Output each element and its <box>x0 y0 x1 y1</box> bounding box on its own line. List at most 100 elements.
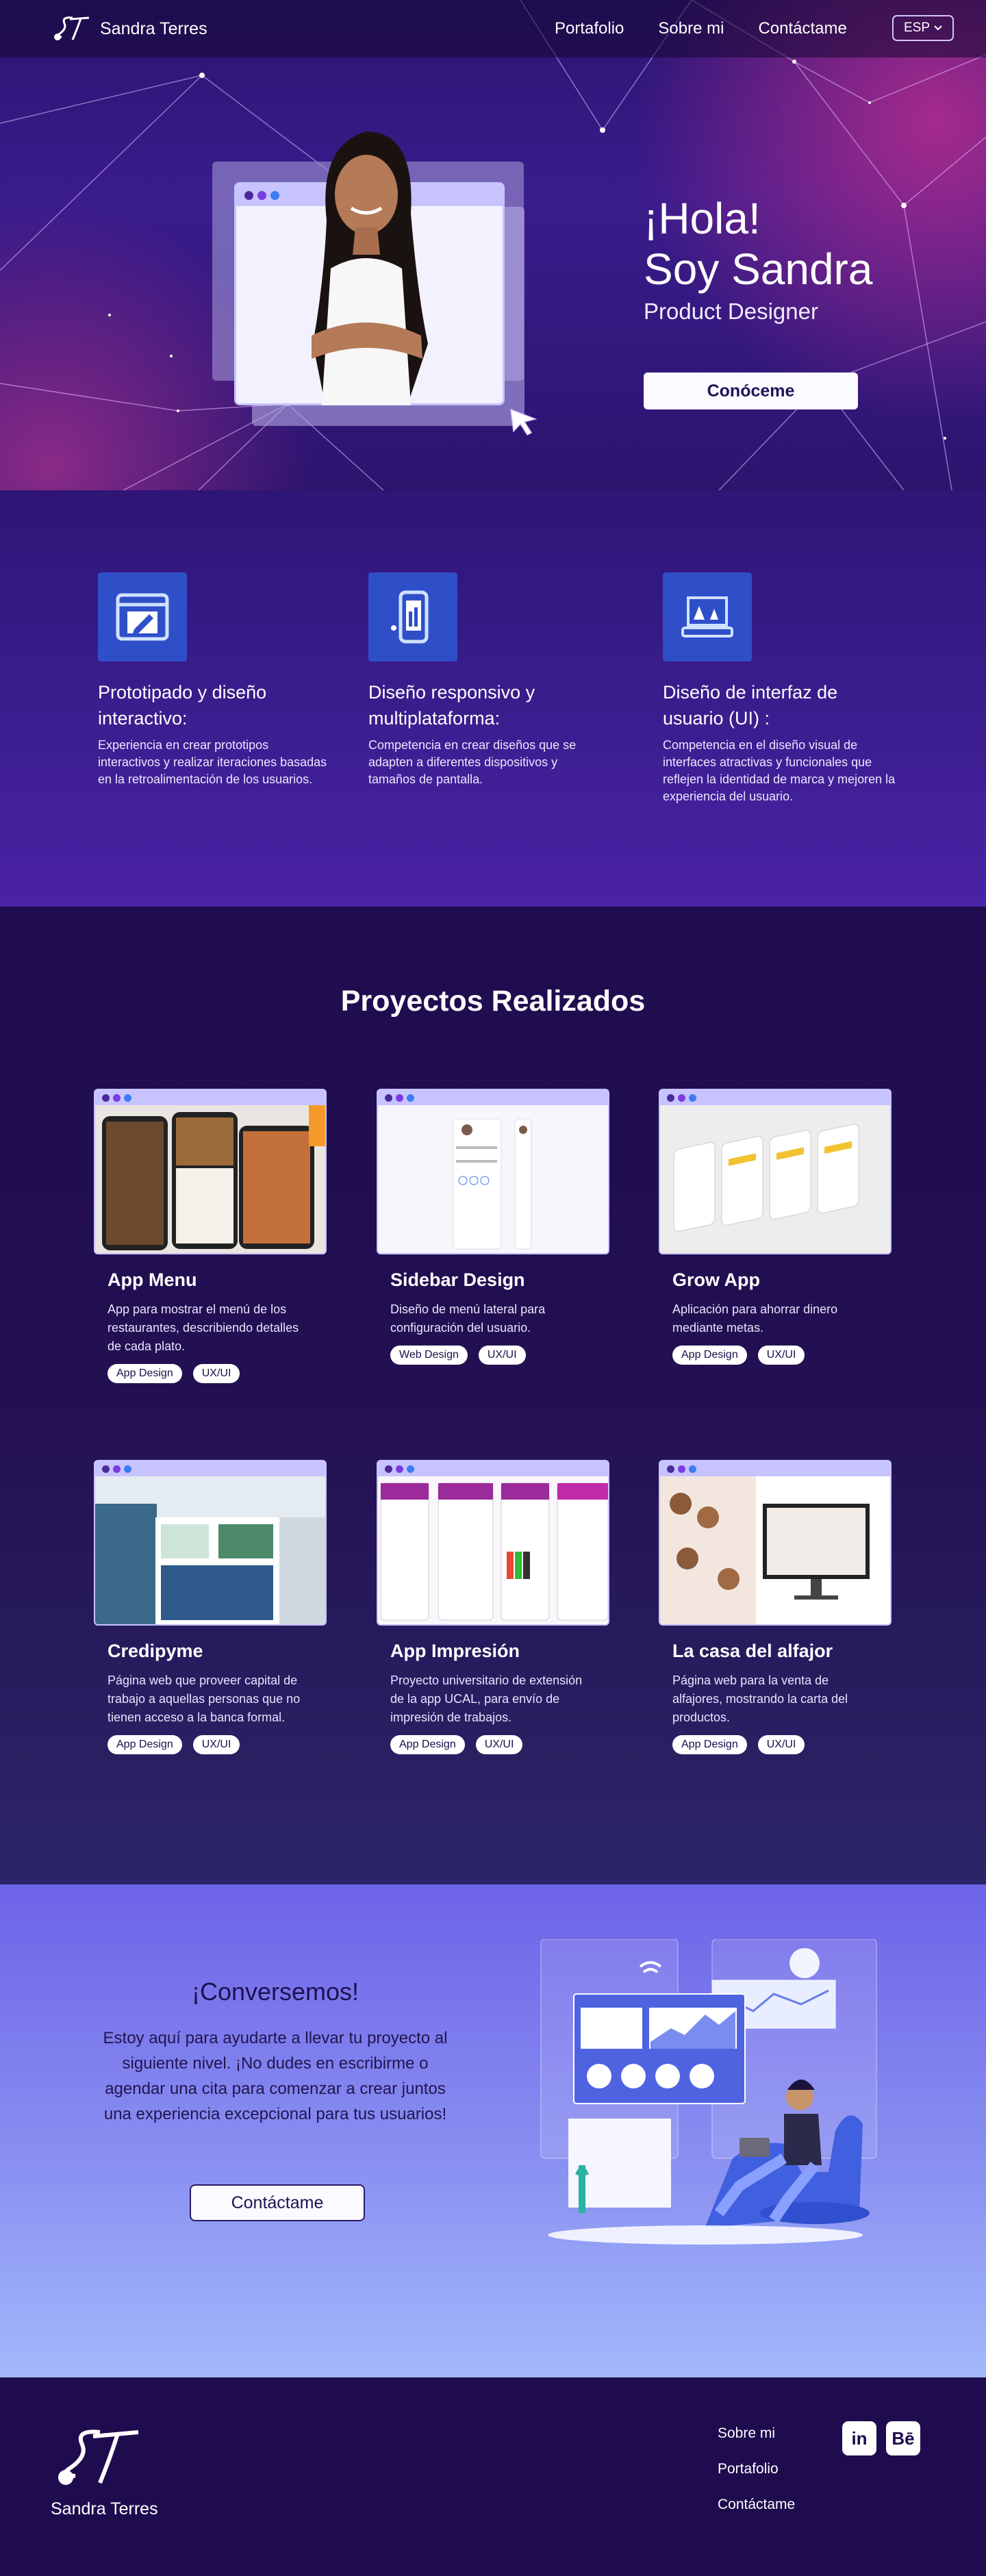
project-thumbnail <box>377 1460 609 1626</box>
linkedin-icon[interactable]: in <box>842 2421 876 2455</box>
chevron-down-icon <box>934 25 942 31</box>
window-dot-icon <box>257 190 266 200</box>
skill-title: Prototipado y diseño interactivo: <box>98 682 267 729</box>
project-card[interactable]: Sidebar Design Diseño de menú lateral pa… <box>377 1089 609 1365</box>
project-desc: Diseño de menú lateral para configuració… <box>390 1302 546 1335</box>
project-thumbnail <box>94 1460 327 1626</box>
project-card[interactable]: Grow App Aplicación para ahorrar dinero … <box>659 1089 892 1365</box>
contact-title: ¡Conversemos! <box>191 1978 359 2006</box>
profile-photo <box>312 131 428 405</box>
project-tag: UX/UI <box>757 1735 805 1754</box>
window-dot-icon <box>667 1465 674 1473</box>
window-dot-icon <box>678 1094 685 1102</box>
project-card[interactable]: Credipyme Página web que proveer capital… <box>94 1460 327 1754</box>
project-desc: App para mostrar el menú de los restaura… <box>108 1302 299 1353</box>
project-tag: App Design <box>108 1735 182 1754</box>
behance-icon[interactable]: Bē <box>886 2421 920 2455</box>
about-me-button[interactable]: Conóceme <box>644 372 858 409</box>
hero-section: ¡Hola! Soy Sandra Product Designer Conóc… <box>0 0 986 490</box>
project-title: App Impresión <box>390 1641 520 1661</box>
sidebar-design-screens <box>378 1105 608 1253</box>
nav-link-contact[interactable]: Contáctame <box>758 19 846 38</box>
footer: Sandra Terres Sobre mi Portafolio Contác… <box>0 2377 986 2576</box>
nav-link-portfolio[interactable]: Portafolio <box>555 19 624 38</box>
hero-greeting: ¡Hola! <box>644 194 761 243</box>
language-value: ESP <box>903 21 931 35</box>
project-card[interactable]: App Menu App para mostrar el menú de los… <box>94 1089 327 1383</box>
skill-card: Diseño de interfaz de usuario (UI) : Com… <box>663 572 896 805</box>
hero-heading: ¡Hola! Soy Sandra Product Designer <box>644 193 872 325</box>
skill-title: Diseño responsivo y multiplataforma: <box>368 682 535 729</box>
language-select[interactable]: ESP <box>892 15 954 41</box>
skills-section: Prototipado y diseño interactivo: Experi… <box>0 490 986 907</box>
project-thumbnail <box>377 1089 609 1254</box>
project-card[interactable]: La casa del alfajor Página web para la v… <box>659 1460 892 1754</box>
window-dot-icon <box>689 1094 696 1102</box>
window-dot-icon <box>407 1465 414 1473</box>
footer-links: Sobre mi Portafolio Contáctame <box>718 2425 795 2513</box>
footer-link-portfolio[interactable]: Portafolio <box>718 2461 795 2477</box>
window-dot-icon <box>113 1094 121 1102</box>
app-menu-screens <box>95 1105 325 1253</box>
skill-text: Competencia en el diseño visual de inter… <box>663 738 896 803</box>
skill-text: Competencia en crear diseños que se adap… <box>368 738 577 786</box>
footer-link-contact[interactable]: Contáctame <box>718 2497 795 2513</box>
nav-links: Portafolio Sobre mi Contáctame <box>555 19 847 38</box>
footer-link-about[interactable]: Sobre mi <box>718 2425 795 2442</box>
window-dot-icon <box>689 1465 696 1473</box>
project-desc: Proyecto universitario de extensión de l… <box>390 1674 583 1724</box>
mobile-phone-icon <box>368 572 457 661</box>
skill-text: Experiencia en crear prototipos interact… <box>98 738 327 786</box>
project-thumbnail <box>94 1089 327 1254</box>
skill-card: Prototipado y diseño interactivo: Experi… <box>98 572 331 788</box>
project-title: Sidebar Design <box>390 1270 525 1290</box>
project-card[interactable]: App Impresión Proyecto universitario de … <box>377 1460 609 1754</box>
project-tag: UX/UI <box>478 1346 526 1365</box>
project-tag: App Design <box>672 1735 747 1754</box>
project-tag: UX/UI <box>475 1735 523 1754</box>
contact-section: ¡Conversemos! Estoy aquí para ayudarte a… <box>0 1884 986 2377</box>
project-desc: Página web para la venta de alfajores, m… <box>672 1674 848 1724</box>
window-dot-icon <box>396 1465 403 1473</box>
window-dot-icon <box>124 1094 131 1102</box>
st-logo-icon <box>58 2429 139 2485</box>
window-dot-icon <box>667 1094 674 1102</box>
window-dot-icon <box>407 1094 414 1102</box>
project-tag: UX/UI <box>757 1346 805 1365</box>
window-dot-icon <box>113 1465 121 1473</box>
cursor-icon <box>510 408 538 435</box>
st-logo-icon <box>54 16 90 40</box>
project-tag: UX/UI <box>192 1364 240 1383</box>
contact-text: Estoy aquí para ayudarte a llevar tu pro… <box>103 2029 448 2123</box>
window-dot-icon <box>678 1465 685 1473</box>
projects-section: Proyectos Realizados App Menu App para m… <box>0 907 986 1884</box>
window-dot-icon <box>102 1465 110 1473</box>
project-title: App Menu <box>108 1270 197 1290</box>
hero-name: Soy Sandra <box>644 244 873 294</box>
brand[interactable]: Sandra Terres <box>52 14 207 44</box>
project-tag: App Design <box>108 1364 182 1383</box>
project-tag: App Design <box>390 1735 465 1754</box>
window-dot-icon <box>396 1094 403 1102</box>
project-title: La casa del alfajor <box>672 1641 833 1661</box>
hero-role: Product Designer <box>644 299 818 324</box>
project-title: Grow App <box>672 1270 760 1290</box>
window-dot-icon <box>244 190 253 200</box>
window-dot-icon <box>102 1094 110 1102</box>
project-tag: UX/UI <box>192 1735 240 1754</box>
workspace-illustration <box>540 1939 877 2245</box>
brand-name: Sandra Terres <box>100 18 207 38</box>
top-navbar: Sandra Terres Portafolio Sobre mi Contác… <box>0 0 986 58</box>
project-desc: Aplicación para ahorrar dinero mediante … <box>672 1302 838 1335</box>
alfajor-screens <box>660 1476 890 1624</box>
footer-brand: Sandra Terres <box>51 2499 158 2518</box>
edit-window-icon <box>98 572 187 661</box>
project-tag: Web Design <box>390 1346 468 1365</box>
laptop-design-icon <box>663 572 752 661</box>
project-thumbnail <box>659 1460 892 1626</box>
project-title: Credipyme <box>108 1641 203 1661</box>
contact-button[interactable]: Contáctame <box>190 2184 365 2221</box>
grow-app-screens <box>660 1105 890 1253</box>
app-impresion-screens <box>378 1476 608 1624</box>
nav-link-about[interactable]: Sobre mi <box>658 19 724 38</box>
